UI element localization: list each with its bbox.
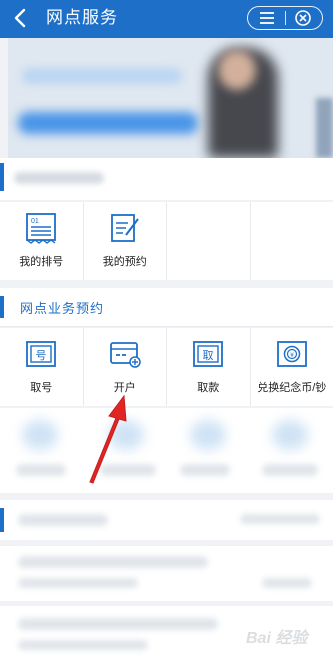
- blurred-services-row: [0, 408, 333, 493]
- withdraw-button[interactable]: 取 取款: [167, 328, 251, 406]
- close-icon[interactable]: [294, 9, 312, 27]
- blurred-text: [18, 578, 138, 588]
- svg-text:01: 01: [31, 218, 39, 225]
- banner-button-blurred: [18, 112, 198, 134]
- blurred-icon: [190, 420, 226, 450]
- withdraw-label: 取款: [197, 382, 220, 394]
- blurred-info-strip: [0, 158, 333, 200]
- withdraw-icon: 取: [193, 341, 224, 367]
- my-appointment-button[interactable]: 我的预约: [84, 202, 167, 280]
- svg-text:取: 取: [203, 349, 214, 362]
- blurred-text: [262, 578, 312, 588]
- open-account-icon: [109, 342, 141, 368]
- promo-banner[interactable]: [8, 38, 333, 158]
- blurred-text: [262, 464, 318, 476]
- banner-device-image: [316, 98, 333, 158]
- capsule-divider: [285, 11, 286, 25]
- blurred-icon: [22, 420, 58, 450]
- appointment-icon: [110, 214, 139, 242]
- coin-exchange-label: 兑换纪念币/钞: [257, 382, 327, 394]
- blurred-text: [18, 618, 218, 630]
- blurred-text: [18, 556, 208, 568]
- blurred-text: [180, 464, 230, 476]
- section-header: 网点业务预约: [0, 288, 333, 327]
- svg-text:号: 号: [36, 349, 47, 362]
- blurred-text: [240, 514, 320, 524]
- section-accent-bar: [0, 296, 4, 318]
- my-appointment-label: 我的预约: [102, 256, 147, 268]
- svg-text:¥: ¥: [290, 352, 294, 359]
- blurred-text: [100, 464, 156, 476]
- blurred-icon: [108, 420, 144, 450]
- page-title: 网点服务: [46, 8, 118, 27]
- open-account-label: 开户: [113, 382, 136, 394]
- my-queue-number-label: 我的排号: [19, 256, 64, 268]
- take-number-label: 取号: [30, 382, 53, 394]
- mini-program-capsule: [247, 6, 323, 30]
- section-title: 网点业务预约: [20, 301, 105, 316]
- branch-service-grid: 号 取号 开户 取 取款 ¥ 兑换纪念币/钞: [0, 328, 333, 406]
- blurred-icon: [272, 420, 308, 450]
- menu-icon[interactable]: [256, 10, 278, 26]
- ticket-icon: 01: [26, 213, 57, 244]
- watermark-text: Bai 经验: [246, 630, 308, 647]
- banner-face-image: [218, 50, 256, 90]
- take-number-button[interactable]: 号 取号: [0, 328, 84, 406]
- blurred-text: [18, 514, 108, 526]
- empty-grid-cell: [167, 202, 251, 280]
- coin-exchange-icon: ¥: [276, 341, 307, 367]
- blurred-section-accent-bar: [0, 508, 4, 532]
- back-arrow-icon[interactable]: [10, 6, 32, 30]
- blurred-text: [18, 640, 148, 650]
- number-ticket-icon: 号: [26, 341, 57, 367]
- app-header: 网点服务: [0, 0, 333, 38]
- strip-accent-bar: [0, 163, 4, 191]
- empty-grid-cell: [251, 202, 333, 280]
- watermark-logo: Bai 经验: [246, 612, 332, 652]
- blurred-text: [16, 464, 66, 476]
- strip-text-blurred: [14, 172, 104, 184]
- open-account-button[interactable]: 开户: [84, 328, 167, 406]
- quick-actions-grid: 01 我的排号 我的预约: [0, 202, 333, 280]
- banner-text-blurred: [22, 68, 182, 84]
- blurred-section-header: [0, 500, 333, 540]
- my-queue-number-button[interactable]: 01 我的排号: [0, 202, 84, 280]
- blurred-list-item: [0, 546, 333, 601]
- coin-exchange-button[interactable]: ¥ 兑换纪念币/钞: [251, 328, 333, 406]
